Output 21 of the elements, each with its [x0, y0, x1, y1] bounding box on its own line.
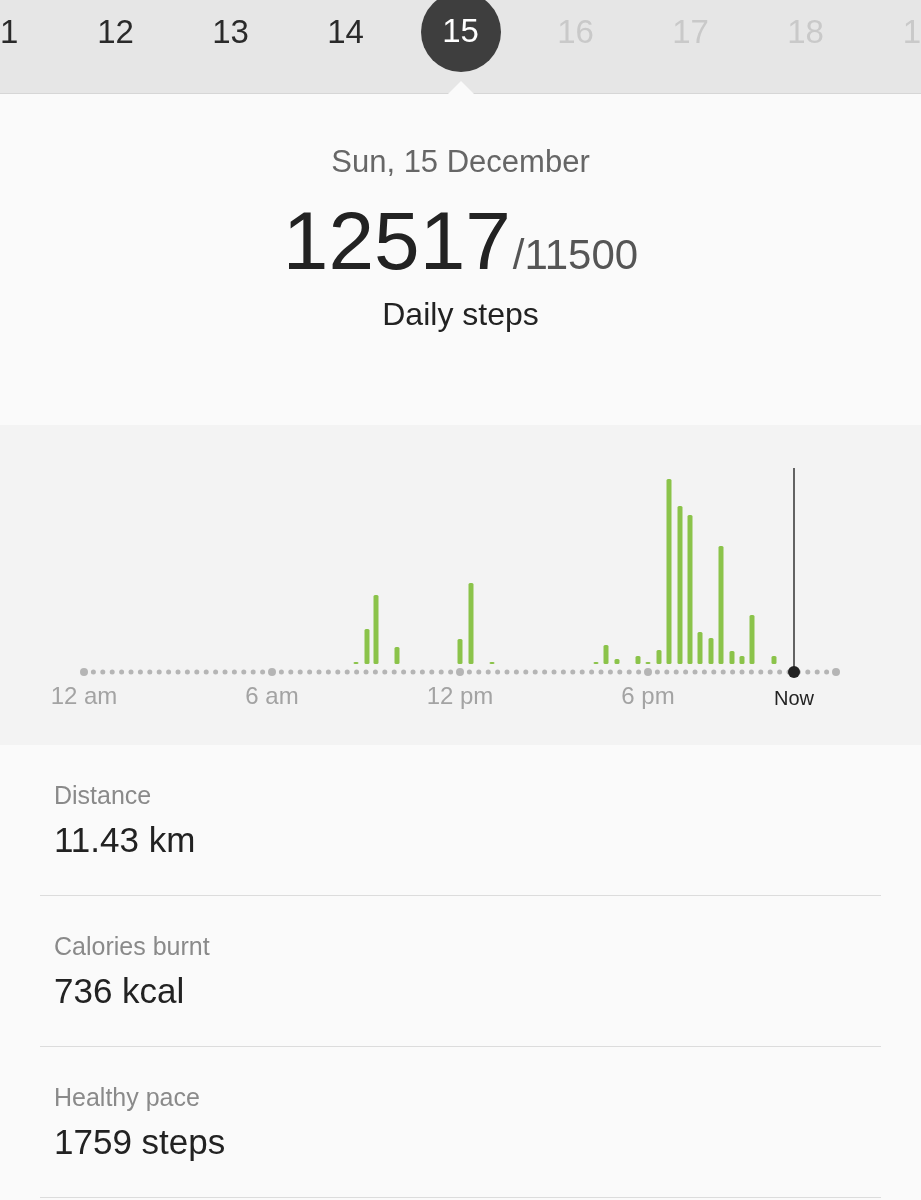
selected-day[interactable]: 15	[420, 0, 501, 72]
axis-label: 12 pm	[426, 682, 494, 709]
now-label: Now	[774, 687, 814, 709]
step-count: 12517	[282, 194, 511, 288]
stat-label: Calories burnt	[54, 931, 211, 961]
day-item[interactable]: 1	[0, 0, 20, 64]
date-title: Sun, 15 December	[331, 144, 590, 180]
stat-label: Healthy pace	[54, 1082, 201, 1112]
day-item[interactable]: 14	[327, 0, 364, 64]
day-item[interactable]: 12	[97, 0, 134, 64]
day-item[interactable]: 13	[212, 0, 249, 64]
step-goal: /11500	[512, 231, 639, 279]
axis-label: 6 am	[245, 682, 299, 709]
pointer-icon	[447, 81, 474, 94]
axis-label: 12 am	[50, 682, 118, 709]
stat-value: 11.43 km	[54, 819, 197, 860]
steps-caption: Daily steps	[382, 296, 539, 333]
axis-label: 6 pm	[621, 682, 675, 709]
stat-label: Distance	[54, 780, 153, 810]
stat-value: 736 kcal	[54, 970, 186, 1011]
stat-value: 1759 steps	[54, 1121, 227, 1162]
